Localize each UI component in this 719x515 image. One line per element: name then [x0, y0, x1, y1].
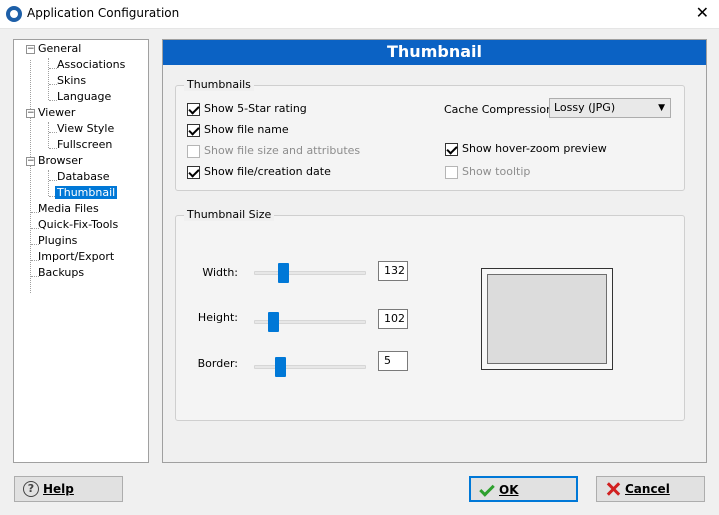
tree-connector: [49, 132, 57, 133]
border-slider-track[interactable]: [254, 365, 366, 369]
help-icon: ?: [23, 481, 39, 497]
tree-item-label: Language: [57, 90, 112, 103]
checkmark-icon: [479, 482, 495, 498]
tree-connector: [49, 100, 57, 101]
checkbox-label: Show file name: [204, 123, 289, 136]
checkbox-box[interactable]: [187, 123, 200, 137]
select-value: Lossy (JPG): [554, 101, 616, 114]
help-button[interactable]: ? Help: [14, 476, 123, 502]
group-title: Thumbnails: [184, 78, 254, 91]
group-title: Thumbnail Size: [184, 208, 275, 221]
checkbox-box: [187, 144, 200, 158]
tree-item-viewer[interactable]: Viewer: [38, 105, 75, 121]
show-tooltip-checkbox: Show tooltip: [445, 165, 530, 181]
window-title: Application Configuration: [27, 6, 180, 20]
width-value-field[interactable]: 132: [378, 261, 408, 281]
tree-connector: [49, 148, 57, 149]
cancel-x-icon: [605, 481, 621, 497]
show-star-rating-checkbox[interactable]: Show 5-Star rating: [187, 102, 307, 118]
tree-connector: [48, 122, 49, 148]
settings-tree[interactable]: − General Associations Skins Language − …: [13, 39, 149, 463]
border-value-field[interactable]: 5: [378, 351, 408, 371]
tree-item-label: Associations: [57, 58, 126, 71]
checkbox-label: Show file size and attributes: [204, 144, 361, 157]
tree-item-fullscreen[interactable]: Fullscreen: [57, 137, 112, 153]
checkbox-box: [445, 165, 458, 179]
width-slider-handle[interactable]: [278, 263, 289, 283]
border-slider-handle[interactable]: [275, 357, 286, 377]
tree-item-media-files[interactable]: Media Files: [38, 201, 99, 217]
tree-connector: [49, 84, 57, 85]
tree-item-label: Thumbnail: [55, 186, 118, 199]
ok-button[interactable]: OK: [469, 476, 578, 502]
chevron-down-icon: ▼: [658, 103, 665, 113]
tree-item-label: Plugins: [38, 234, 78, 247]
show-file-date-checkbox[interactable]: Show file/creation date: [187, 165, 331, 181]
settings-panel: Thumbnail Thumbnails Show 5-Star rating …: [162, 39, 707, 463]
cancel-button[interactable]: Cancel: [596, 476, 705, 502]
thumbnail-preview: [481, 268, 613, 370]
collapse-icon[interactable]: −: [26, 45, 35, 54]
tree-connector: [49, 180, 57, 181]
checkbox-box[interactable]: [445, 142, 458, 156]
show-hover-zoom-checkbox[interactable]: Show hover-zoom preview: [445, 142, 607, 158]
tree-item-label: Quick-Fix-Tools: [38, 218, 119, 231]
cache-compression-select[interactable]: Lossy (JPG) ▼: [549, 98, 671, 118]
tree-item-label: Skins: [57, 74, 87, 87]
tree-item-label: View Style: [57, 122, 115, 135]
app-logo-icon: [6, 6, 22, 22]
tree-item-label: Database: [57, 170, 110, 183]
tree-item-label: General: [38, 42, 82, 55]
tree-item-import-export[interactable]: Import/Export: [38, 249, 114, 265]
width-label: Width:: [202, 266, 238, 279]
tree-item-skins[interactable]: Skins: [57, 73, 86, 89]
tree-item-view-style[interactable]: View Style: [57, 121, 114, 137]
checkbox-box[interactable]: [187, 102, 200, 116]
show-file-size-checkbox: Show file size and attributes: [187, 144, 360, 160]
tree-connector: [48, 170, 49, 196]
tree-item-associations[interactable]: Associations: [57, 57, 125, 73]
tree-item-browser[interactable]: Browser: [38, 153, 83, 169]
tree-item-backups[interactable]: Backups: [38, 265, 84, 281]
collapse-icon[interactable]: −: [26, 109, 35, 118]
tree-connector: [49, 68, 57, 69]
show-file-name-checkbox[interactable]: Show file name: [187, 123, 289, 139]
close-icon[interactable]: ✕: [696, 3, 709, 22]
tree-item-label: Fullscreen: [57, 138, 113, 151]
cache-compression-label: Cache Compression:: [444, 103, 557, 116]
height-slider-handle[interactable]: [268, 312, 279, 332]
tree-item-general[interactable]: General: [38, 41, 81, 57]
height-label: Height:: [197, 311, 238, 324]
height-value-field[interactable]: 102: [378, 309, 408, 329]
thumbnail-preview-image: [487, 274, 607, 364]
tree-item-label: Viewer: [38, 106, 76, 119]
button-label: Help: [43, 482, 74, 496]
checkbox-label: Show tooltip: [462, 165, 531, 178]
button-label: OK: [499, 483, 519, 497]
tree-item-label: Browser: [38, 154, 83, 167]
tree-item-language[interactable]: Language: [57, 89, 111, 105]
border-label: Border:: [197, 357, 238, 370]
checkbox-label: Show file/creation date: [204, 165, 331, 178]
tree-item-quick-fix-tools[interactable]: Quick-Fix-Tools: [38, 217, 118, 233]
tree-item-label: Backups: [38, 266, 85, 279]
collapse-icon[interactable]: −: [26, 157, 35, 166]
width-slider-track[interactable]: [254, 271, 366, 275]
checkbox-label: Show hover-zoom preview: [462, 142, 607, 155]
checkbox-label: Show 5-Star rating: [204, 102, 307, 115]
tree-item-label: Import/Export: [38, 250, 115, 263]
thumbnails-group: Thumbnails Show 5-Star rating Show file …: [175, 78, 685, 191]
thumbnail-size-group: Thumbnail Size Width: 132 Height: 102 Bo…: [175, 208, 685, 421]
title-bar: Application Configuration ✕: [0, 0, 719, 29]
tree-item-label: Media Files: [38, 202, 99, 215]
tree-item-plugins[interactable]: Plugins: [38, 233, 77, 249]
page-title: Thumbnail: [163, 40, 706, 65]
tree-item-thumbnail[interactable]: Thumbnail: [55, 185, 118, 201]
checkbox-box[interactable]: [187, 165, 200, 179]
button-label: Cancel: [625, 482, 670, 496]
tree-connector: [30, 60, 31, 293]
tree-item-database[interactable]: Database: [57, 169, 110, 185]
tree-connector: [48, 58, 49, 100]
